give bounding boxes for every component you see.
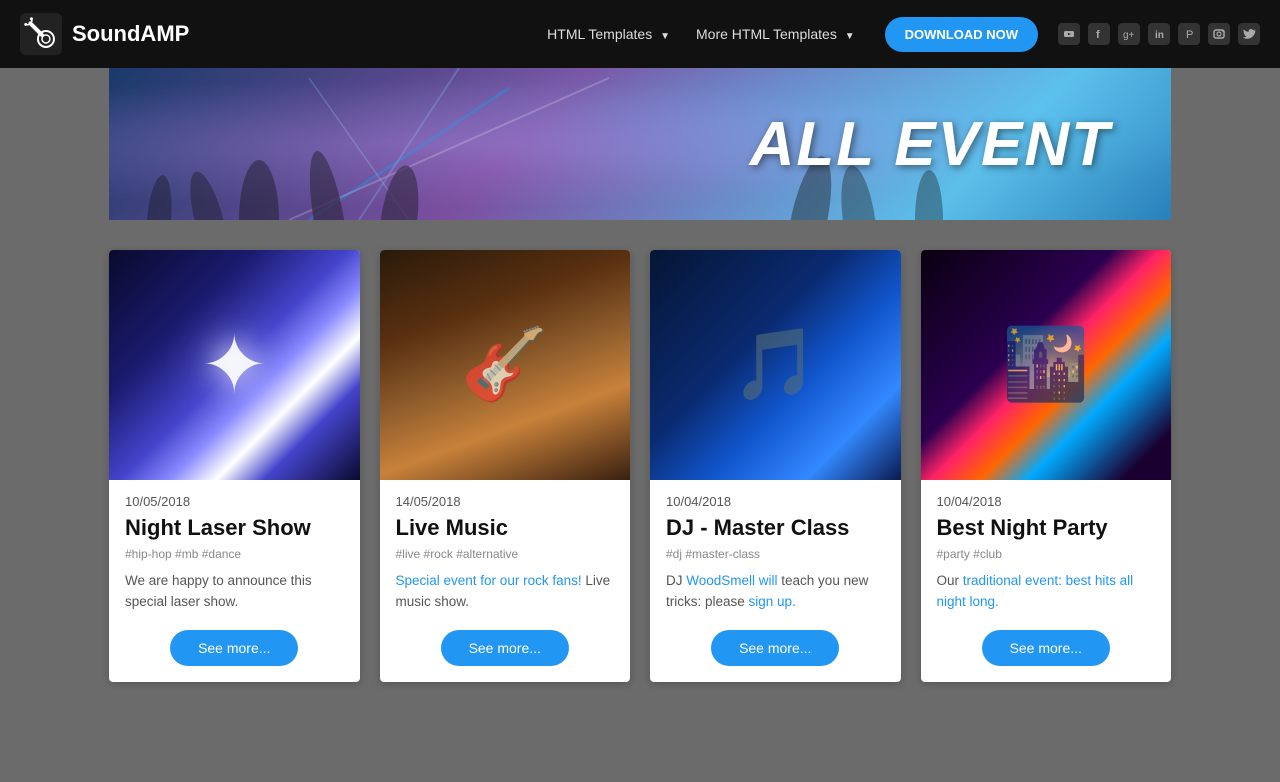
card-date-2: 14/05/2018 <box>396 494 615 509</box>
googleplus-icon[interactable]: g+ <box>1118 23 1140 45</box>
card-title-4: Best Night Party <box>937 515 1156 541</box>
see-more-button-3[interactable]: See more... <box>711 630 839 666</box>
download-button[interactable]: DOWNLOAD NOW <box>885 17 1038 52</box>
card-title-3: DJ - Master Class <box>666 515 885 541</box>
banner-wrapper: ALL EVENT <box>0 68 1280 220</box>
event-card-1: 10/05/2018 Night Laser Show #hip-hop #mb… <box>109 250 360 682</box>
brand-name: SoundAMP <box>72 21 189 47</box>
card-date-4: 10/04/2018 <box>937 494 1156 509</box>
html-templates-caret: ▼ <box>660 31 670 42</box>
card-desc-link-3a: WoodSmell will <box>686 573 777 588</box>
pinterest-icon[interactable]: P <box>1178 23 1200 45</box>
more-templates-caret: ▼ <box>845 31 855 42</box>
youtube-icon[interactable] <box>1058 23 1080 45</box>
card-title-1: Night Laser Show <box>125 515 344 541</box>
card-body-2: 14/05/2018 Live Music #live #rock #alter… <box>380 480 631 682</box>
brand-link[interactable]: SoundAMP <box>20 13 189 55</box>
card-image-2 <box>380 250 631 480</box>
card-tags-3: #dj #master-class <box>666 547 885 561</box>
event-card-4: 10/04/2018 Best Night Party #party #club… <box>921 250 1172 682</box>
card-body-1: 10/05/2018 Night Laser Show #hip-hop #mb… <box>109 480 360 682</box>
guitar-icon <box>20 13 62 55</box>
svg-text:in: in <box>1155 30 1164 41</box>
facebook-icon[interactable]: f <box>1088 23 1110 45</box>
card-body-4: 10/04/2018 Best Night Party #party #club… <box>921 480 1172 682</box>
card-tags-4: #party #club <box>937 547 1156 561</box>
svg-text:P: P <box>1186 29 1193 41</box>
card-date-1: 10/05/2018 <box>125 494 344 509</box>
event-card-3: 10/04/2018 DJ - Master Class #dj #master… <box>650 250 901 682</box>
page-wrapper: SoundAMP HTML Templates ▼ More HTML Temp… <box>0 0 1280 782</box>
twitter-icon[interactable] <box>1238 23 1260 45</box>
card-tags-1: #hip-hop #mb #dance <box>125 547 344 561</box>
see-more-button-4[interactable]: See more... <box>982 630 1110 666</box>
nav-links: HTML Templates ▼ More HTML Templates ▼ D… <box>537 17 1260 52</box>
html-templates-link[interactable]: HTML Templates ▼ <box>537 20 680 48</box>
card-title-2: Live Music <box>396 515 615 541</box>
card-desc-link-3b: sign up. <box>749 594 796 609</box>
card-image-3 <box>650 250 901 480</box>
see-more-button-2[interactable]: See more... <box>441 630 569 666</box>
hero-banner: ALL EVENT <box>109 68 1171 220</box>
card-desc-2: Special event for our rock fans! Live mu… <box>396 571 615 612</box>
card-desc-1: We are happy to announce this special la… <box>125 571 344 612</box>
card-body-3: 10/04/2018 DJ - Master Class #dj #master… <box>650 480 901 682</box>
event-card-2: 14/05/2018 Live Music #live #rock #alter… <box>380 250 631 682</box>
card-date-3: 10/04/2018 <box>666 494 885 509</box>
card-desc-4: Our traditional event: best hits all nig… <box>937 571 1156 612</box>
navbar: SoundAMP HTML Templates ▼ More HTML Temp… <box>0 0 1280 68</box>
card-desc-link-2a: Special event for our rock fans! <box>396 573 582 588</box>
hero-title: ALL EVENT <box>750 109 1171 180</box>
svg-text:g+: g+ <box>1123 30 1135 41</box>
card-image-4 <box>921 250 1172 480</box>
linkedin-icon[interactable]: in <box>1148 23 1170 45</box>
cards-section: 10/05/2018 Night Laser Show #hip-hop #mb… <box>109 250 1171 682</box>
card-desc-link-4a: traditional event: best hits all night l… <box>937 573 1134 608</box>
more-templates-link[interactable]: More HTML Templates ▼ <box>686 20 865 48</box>
card-desc-3: DJ WoodSmell will teach you new tricks: … <box>666 571 885 612</box>
card-tags-2: #live #rock #alternative <box>396 547 615 561</box>
card-image-1 <box>109 250 360 480</box>
instagram-icon[interactable] <box>1208 23 1230 45</box>
svg-text:f: f <box>1096 29 1100 41</box>
social-icons: f g+ in P <box>1058 23 1260 45</box>
see-more-button-1[interactable]: See more... <box>170 630 298 666</box>
